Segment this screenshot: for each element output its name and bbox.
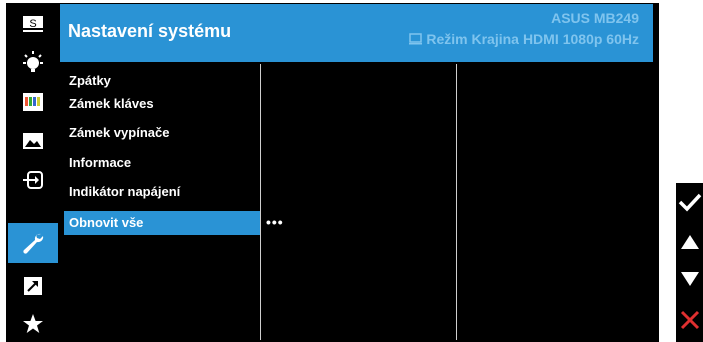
input-label: HDMI bbox=[522, 31, 559, 47]
close-icon bbox=[680, 310, 699, 330]
menu-item-information[interactable]: Informace bbox=[64, 153, 260, 173]
submenu-value: ••• bbox=[266, 214, 284, 230]
sidebar-item-input[interactable] bbox=[8, 162, 58, 198]
sidebar-item-image[interactable] bbox=[8, 123, 58, 159]
menu-item-power-indicator[interactable]: Indikátor napájení bbox=[64, 182, 260, 202]
menu-item-power-lock[interactable]: Zámek vypínače bbox=[64, 123, 260, 143]
header: Nastavení systému ASUS MB249 Režim Kraji… bbox=[60, 4, 653, 62]
resolution-label: 1080p 60Hz bbox=[562, 31, 639, 47]
splendid-s-icon: S bbox=[23, 16, 43, 32]
up-arrow-icon bbox=[680, 235, 699, 249]
sidebar-item-shortcut[interactable] bbox=[8, 268, 58, 304]
sidebar: S bbox=[8, 4, 58, 342]
input-select-icon bbox=[23, 171, 43, 189]
monitor-model: ASUS MB249 bbox=[551, 10, 639, 26]
monitor-icon bbox=[409, 33, 423, 45]
wrench-icon bbox=[23, 233, 44, 254]
column-divider bbox=[456, 64, 457, 340]
down-key[interactable] bbox=[676, 260, 703, 298]
up-key[interactable] bbox=[676, 223, 703, 261]
menu-item-key-lock[interactable]: Zámek kláves bbox=[64, 94, 260, 114]
down-arrow-icon bbox=[680, 272, 699, 286]
page-title: Nastavení systému bbox=[68, 21, 232, 41]
key-guide bbox=[676, 183, 703, 342]
shortcut-arrow-icon bbox=[24, 277, 42, 295]
sidebar-item-splendid[interactable]: S bbox=[8, 6, 58, 42]
checkmark-icon bbox=[678, 193, 701, 212]
bluelight-bulb-icon bbox=[23, 51, 43, 72]
sidebar-item-favorite[interactable] bbox=[8, 306, 58, 342]
status-info: Režim Krajina HDMI 1080p 60Hz bbox=[409, 31, 639, 47]
column-divider bbox=[260, 64, 261, 340]
sidebar-item-bluelight[interactable] bbox=[8, 44, 58, 80]
image-icon bbox=[23, 133, 43, 149]
color-bars-icon bbox=[23, 93, 43, 111]
sidebar-item-color[interactable] bbox=[8, 84, 58, 120]
sidebar-item-system[interactable] bbox=[8, 223, 58, 263]
svg-text:S: S bbox=[29, 18, 36, 30]
menu-item-back[interactable]: Zpátky bbox=[64, 71, 260, 91]
menu-item-reset-all[interactable]: Obnovit vše bbox=[64, 211, 260, 235]
confirm-key[interactable] bbox=[676, 183, 703, 221]
close-key[interactable] bbox=[676, 301, 703, 339]
favorite-star-icon bbox=[23, 314, 43, 333]
mode-label: Režim Krajina bbox=[426, 31, 519, 47]
